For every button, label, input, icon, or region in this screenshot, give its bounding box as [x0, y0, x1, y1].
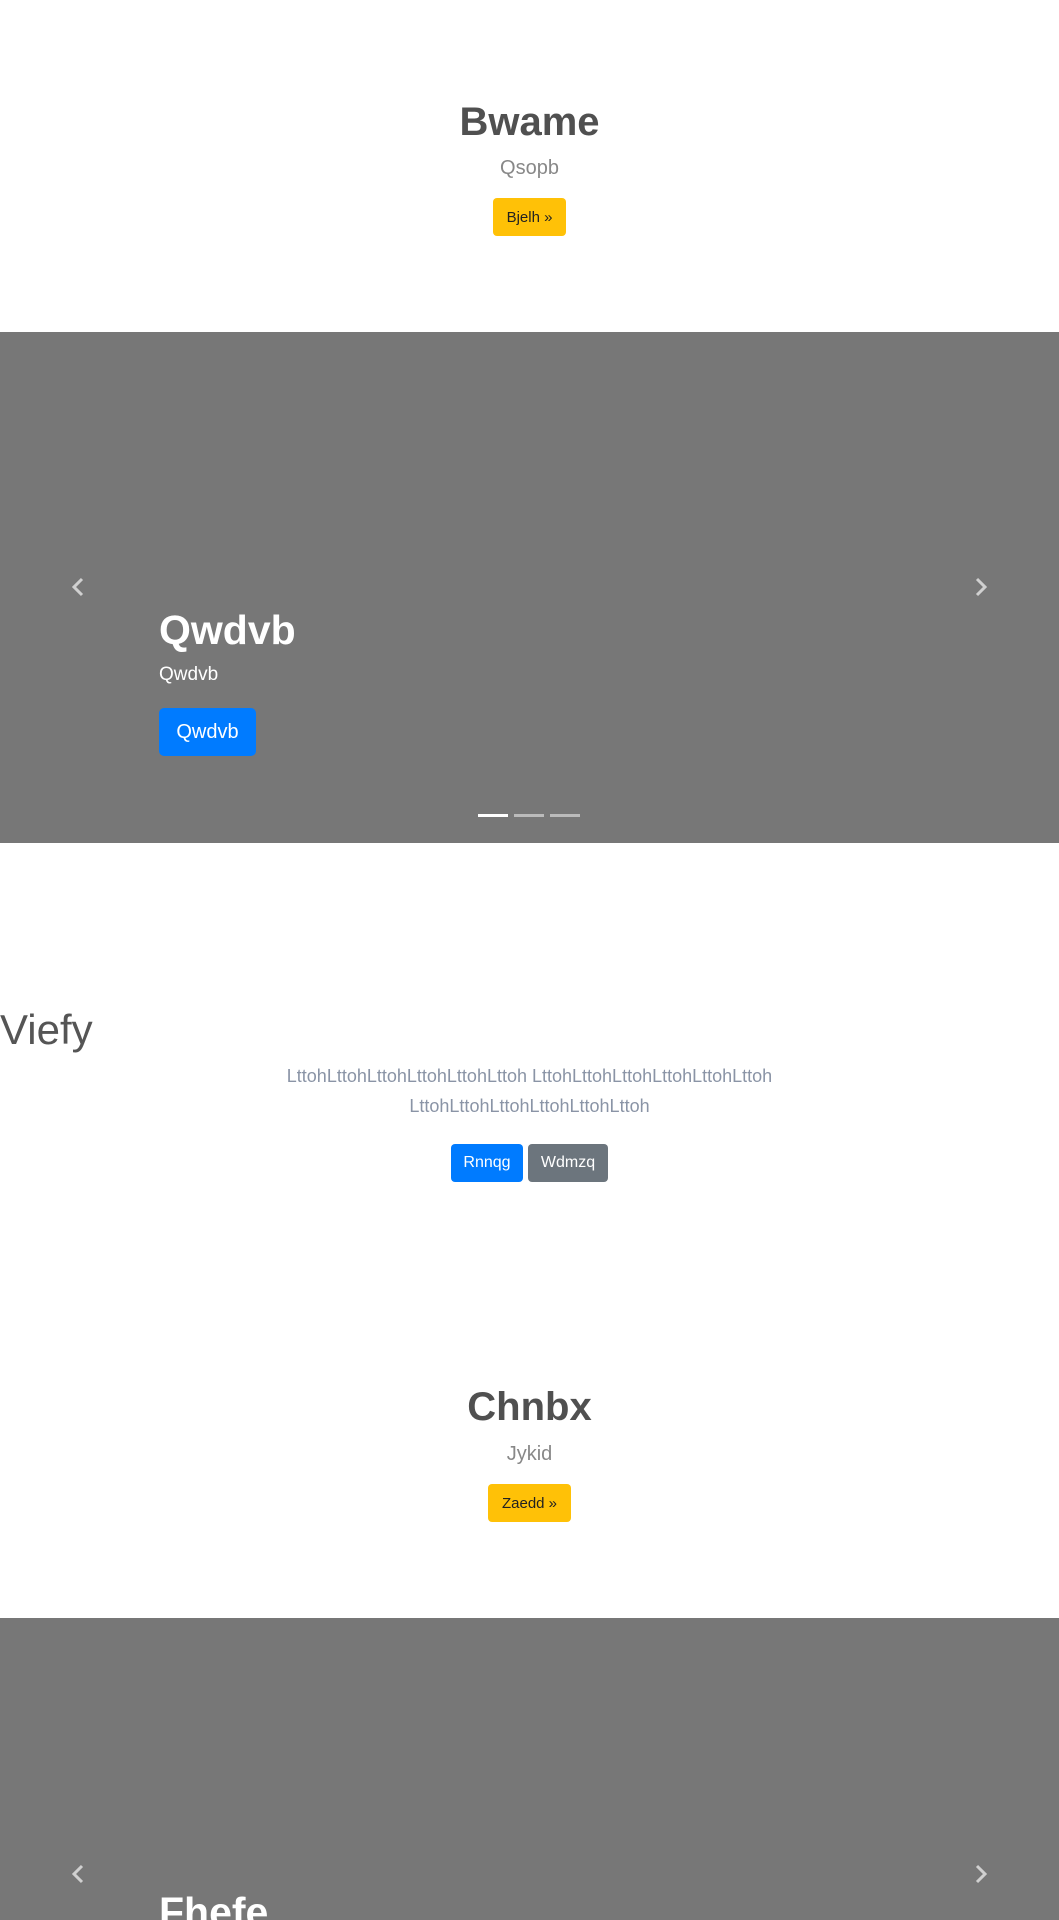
hero-title: Bwame [459, 100, 600, 144]
chevron-right-icon [975, 1864, 988, 1884]
hero-cta-button[interactable]: Bjelh » [493, 198, 566, 236]
hero-cta-button-2[interactable]: Zaedd » [488, 1484, 571, 1522]
carousel-slide-title: Qwdvb [159, 607, 296, 653]
chevron-left-icon [71, 1864, 84, 1884]
secondary-action-button[interactable]: Wdmzq [528, 1144, 608, 1182]
section-lead: LttohLttohLttohLttohLttohLttoh LttohLtto… [286, 1066, 773, 1116]
carousel-indicators [478, 814, 580, 817]
carousel-2: Fhefe [0, 1618, 1059, 1920]
hero-subtitle: Qsopb [500, 157, 559, 179]
chevron-right-icon [975, 577, 988, 597]
carousel-indicator-1[interactable] [478, 814, 508, 817]
hero-section-1: Bwame Qsopb Bjelh » [0, 0, 1059, 332]
hero-title-2: Chnbx [467, 1385, 592, 1429]
hero-subtitle-2: Jykid [506, 1443, 553, 1465]
carousel-1: Qwdvb Qwdvb Qwdvb [0, 332, 1059, 843]
carousel-prev-control-2[interactable] [49, 1844, 109, 1904]
carousel-indicator-2[interactable] [514, 814, 544, 817]
primary-action-button[interactable]: Rnnqg [451, 1144, 523, 1182]
carousel-indicator-3[interactable] [550, 814, 580, 817]
section-title: Viefy [0, 1006, 93, 1053]
carousel-prev-control[interactable] [49, 557, 109, 617]
carousel-next-control-2[interactable] [950, 1844, 1010, 1904]
carousel-slide-button[interactable]: Qwdvb [159, 708, 256, 756]
carousel-next-control[interactable] [950, 557, 1010, 617]
carousel-slide-title-2: Fhefe [159, 1889, 269, 1920]
chevron-left-icon [71, 577, 84, 597]
carousel-slide-subtitle: Qwdvb [159, 664, 219, 685]
